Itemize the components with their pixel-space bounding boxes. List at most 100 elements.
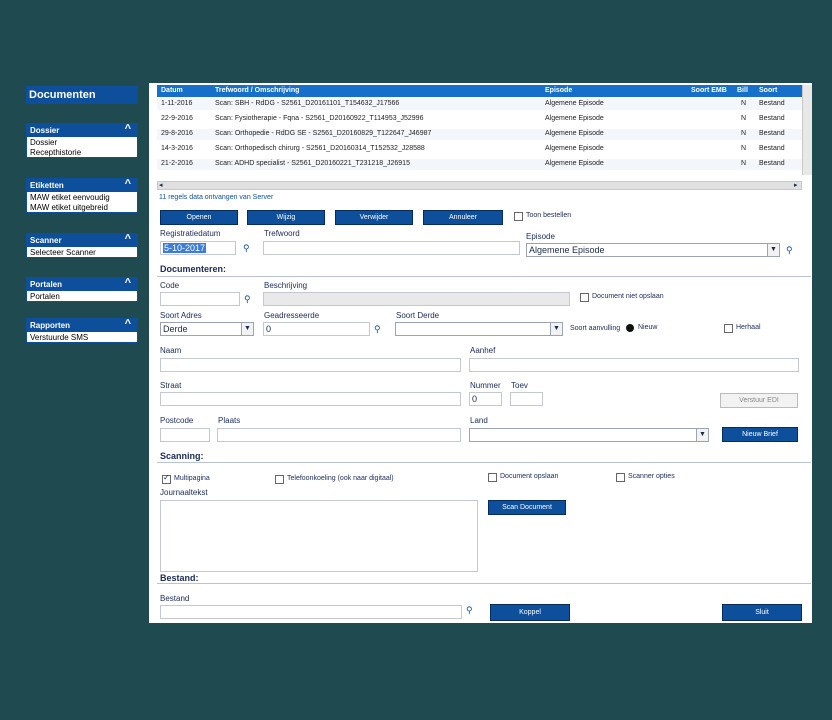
divider [157, 276, 811, 277]
herhaal-radio[interactable] [724, 324, 733, 333]
scanner-opties-checkbox[interactable] [616, 473, 625, 482]
episode-select[interactable]: Algemene Episode ▼ [526, 243, 780, 257]
sidebar-group-header[interactable]: Scanner ^ [27, 233, 137, 247]
column-header-soort[interactable]: Soort [759, 87, 777, 94]
cell-datum: 29-8-2016 [161, 130, 193, 137]
telefoonkoeling-checkbox[interactable] [275, 475, 284, 484]
scroll-right-icon[interactable]: ▸ [794, 181, 798, 189]
land-select[interactable]: ▼ [469, 428, 709, 442]
sidebar-item-recepthistorie[interactable]: Recepthistorie [27, 147, 137, 157]
sidebar-group-header[interactable]: Dossier ^ [27, 123, 137, 137]
sidebar-item-maw-etiket-uitgebreid[interactable]: MAW etiket uitgebreid [27, 202, 137, 212]
column-header-omschrijving[interactable]: Trefwoord / Omschrijving [215, 87, 299, 94]
nummer-label: Nummer [470, 381, 501, 390]
episode-value: Algemene Episode [529, 245, 605, 255]
divider [157, 583, 811, 584]
trefwoord-field[interactable] [263, 241, 520, 255]
soort-adres-select[interactable]: Derde ▼ [160, 322, 254, 336]
toon-bestellen-checkbox[interactable] [514, 212, 523, 221]
cell-omschrijving: Scan: Orthopedisch chirurg - S2561_D2016… [215, 145, 425, 152]
nieuw-brief-button[interactable]: Nieuw Brief [722, 427, 798, 442]
beschrijving-field[interactable] [263, 292, 570, 306]
chevron-down-icon[interactable]: ▼ [550, 323, 562, 335]
sidebar-group-dossier: Dossier ^ Dossier Recepthistorie [26, 123, 138, 158]
nummer-field[interactable]: 0 [469, 392, 502, 406]
column-header-datum[interactable]: Datum [161, 87, 183, 94]
documenteren-section-title: Documenteren: [160, 264, 227, 274]
sluit-button[interactable]: Sluit [722, 604, 802, 621]
sidebar-item-maw-etiket-eenvoudig[interactable]: MAW etiket eenvoudig [27, 192, 137, 202]
column-header-episode[interactable]: Episode [545, 87, 572, 94]
telefoonkoeling-label: Telefoonkoeling (ook naar digitaal) [287, 475, 394, 482]
bestand-field[interactable] [160, 605, 462, 619]
scanner-opties-label: Scanner opties [628, 473, 675, 480]
table-row[interactable]: 21-2-2016 Scan: ADHD specialist - S2561_… [157, 159, 807, 170]
column-header-bill[interactable]: Bill [737, 87, 748, 94]
registratiedatum-field[interactable]: 5-10-2017 [160, 241, 236, 255]
scan-document-button[interactable]: Scan Document [488, 500, 566, 515]
document-niet-opslaan-checkbox[interactable] [580, 293, 589, 302]
sidebar-item-dossier[interactable]: Dossier [27, 137, 137, 147]
cell-soort: Bestand [759, 145, 785, 152]
calendar-search-icon[interactable]: ⚲ [243, 243, 250, 254]
code-field[interactable] [160, 292, 240, 306]
cell-bill: N [741, 100, 747, 107]
sidebar-item-portalen[interactable]: Portalen [27, 291, 137, 301]
sidebar-group-header[interactable]: Portalen ^ [27, 277, 137, 291]
table-row[interactable]: 1-11-2016 Scan: SBH - RdDG - S2561_D2016… [157, 99, 807, 110]
table-row[interactable]: 22-9-2016 Scan: Fysiotherapie - Fqna - S… [157, 114, 807, 125]
openen-button[interactable]: Openen [160, 210, 238, 225]
journaaltekst-textarea[interactable] [160, 500, 478, 572]
multipagina-checkbox[interactable]: ✓ [162, 473, 171, 484]
cell-bill: N [741, 130, 747, 137]
sidebar-group-header[interactable]: Rapporten ^ [27, 318, 137, 332]
toon-bestellen-label: Toon bestellen [526, 212, 572, 219]
sidebar-group-header[interactable]: Etiketten ^ [27, 178, 137, 192]
koppel-button[interactable]: Koppel [490, 604, 570, 621]
chevron-up-icon[interactable]: ^ [125, 277, 131, 289]
document-opslaan-checkbox[interactable] [488, 473, 497, 482]
cell-datum: 1-11-2016 [161, 100, 193, 107]
registratiedatum-value: 5-10-2017 [163, 243, 207, 253]
bestand-search-icon[interactable]: ⚲ [466, 605, 473, 616]
beschrijving-label: Beschrijving [264, 281, 308, 290]
wijzig-button[interactable]: Wijzig [247, 210, 325, 225]
naam-field[interactable] [160, 358, 461, 372]
episode-label: Episode [526, 232, 555, 241]
sidebar-item-selecteer-scanner[interactable]: Selecteer Scanner [27, 247, 137, 257]
soort-derde-select[interactable]: ▼ [395, 322, 563, 336]
episode-search-icon[interactable]: ⚲ [786, 245, 793, 256]
geadresseerde-search-icon[interactable]: ⚲ [374, 324, 381, 335]
cell-soort: Bestand [759, 160, 785, 167]
chevron-up-icon[interactable]: ^ [125, 123, 131, 135]
sidebar-item-verstuurde-sms[interactable]: Verstuurde SMS [27, 332, 137, 342]
straat-field[interactable] [160, 392, 461, 406]
geadresseerde-field[interactable]: 0 [263, 322, 370, 336]
trefwoord-label: Trefwoord [264, 229, 300, 238]
scroll-left-icon[interactable]: ◂ [159, 181, 163, 189]
toev-field[interactable] [510, 392, 543, 406]
verwijder-button[interactable]: Verwijder [335, 210, 413, 225]
table-row[interactable]: 29-8-2016 Scan: Orthopedie - RdDG SE - S… [157, 129, 807, 140]
postcode-field[interactable] [160, 428, 210, 442]
code-search-icon[interactable]: ⚲ [244, 294, 251, 305]
chevron-up-icon[interactable]: ^ [125, 233, 131, 245]
cell-datum: 22-9-2016 [161, 115, 193, 122]
annuleer-button[interactable]: Annuleer [423, 210, 503, 225]
chevron-down-icon[interactable]: ▼ [241, 323, 253, 335]
column-header-soort-emb[interactable]: Soort EMB [691, 87, 727, 94]
chevron-down-icon[interactable]: ▼ [696, 429, 708, 441]
grid-horizontal-scrollbar[interactable] [157, 181, 802, 190]
aanhef-field[interactable] [469, 358, 799, 372]
verstuur-edi-button[interactable]: Verstuur EDI [720, 393, 798, 408]
cell-episode: Algemene Episode [545, 100, 604, 107]
chevron-down-icon[interactable]: ▼ [767, 244, 779, 256]
nieuw-radio[interactable] [626, 324, 634, 332]
cell-omschrijving: Scan: SBH - RdDG - S2561_D20161101_T1546… [215, 100, 400, 107]
plaats-label: Plaats [218, 416, 241, 425]
chevron-up-icon[interactable]: ^ [125, 178, 131, 190]
table-row[interactable]: 14-3-2016 Scan: Orthopedisch chirurg - S… [157, 144, 807, 155]
grid-vertical-scrollbar[interactable] [802, 85, 812, 175]
chevron-up-icon[interactable]: ^ [125, 318, 131, 330]
plaats-field[interactable] [217, 428, 461, 442]
